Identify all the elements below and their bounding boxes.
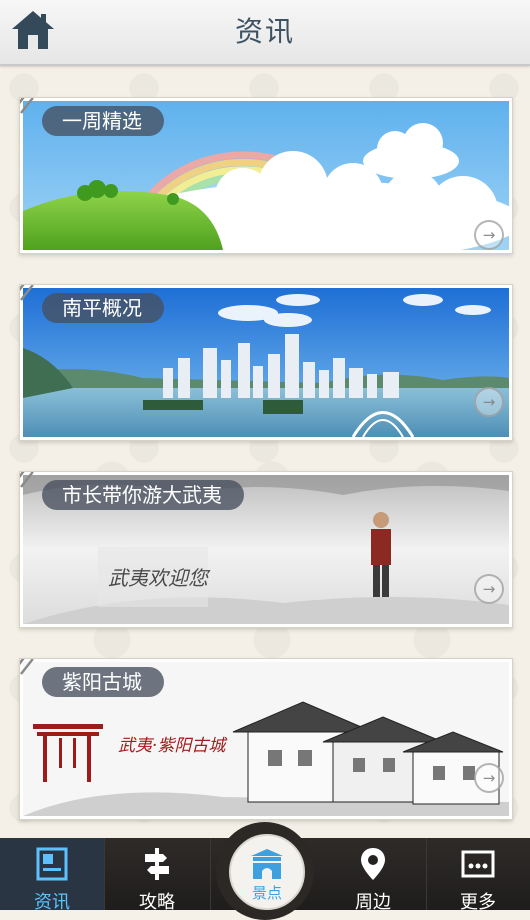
card-mayor-tour[interactable]: 市长带你游大武夷 武夷欢迎您 → <box>19 471 513 628</box>
tab-attractions-inner: 景点 <box>229 834 305 910</box>
card-ziyang-ancient-city[interactable]: 紫阳古城 武夷·紫阳古城 → <box>19 658 513 820</box>
news-icon <box>36 847 68 881</box>
gate-icon <box>251 849 283 879</box>
calligraphy-text: 武夷·紫阳古城 <box>118 736 226 756</box>
arrow-right-circle-icon[interactable]: → <box>474 574 504 604</box>
card-weekly-picks[interactable]: 一周精选 → <box>19 97 513 254</box>
page-title: 资讯 <box>234 15 295 48</box>
card-label: 市长带你游大武夷 <box>42 480 244 510</box>
tab-news[interactable]: 资讯 <box>0 838 105 913</box>
tab-label: 景点 <box>251 884 282 902</box>
more-icon <box>461 850 495 878</box>
arrow-right-circle-icon[interactable]: → <box>474 387 504 417</box>
paperclip-icon <box>20 98 34 114</box>
paperclip-icon <box>20 659 34 675</box>
card-nanping-overview[interactable]: 南平概况 → <box>19 284 513 441</box>
tab-label: 更多 <box>460 892 496 913</box>
paperclip-icon <box>20 472 34 488</box>
arrow-right-circle-icon[interactable]: → <box>474 220 504 250</box>
card-label: 紫阳古城 <box>42 667 164 697</box>
card-label: 一周精选 <box>42 106 164 136</box>
location-pin-icon <box>361 848 385 880</box>
card-label: 南平概况 <box>42 293 164 323</box>
paperclip-icon <box>20 285 34 301</box>
tab-guides[interactable]: 攻略 <box>104 838 211 913</box>
calligraphy-text: 武夷欢迎您 <box>108 566 208 590</box>
signpost-icon <box>145 848 169 880</box>
tab-label: 资讯 <box>34 892 70 913</box>
tab-more[interactable]: 更多 <box>426 838 530 913</box>
header-bar: 资讯 <box>0 0 530 66</box>
tab-label: 周边 <box>355 892 391 913</box>
tab-label: 攻略 <box>139 892 175 913</box>
arrow-right-circle-icon[interactable]: → <box>474 763 504 793</box>
tab-nearby[interactable]: 周边 <box>320 838 427 913</box>
tab-attractions[interactable]: 景点 <box>216 822 314 920</box>
